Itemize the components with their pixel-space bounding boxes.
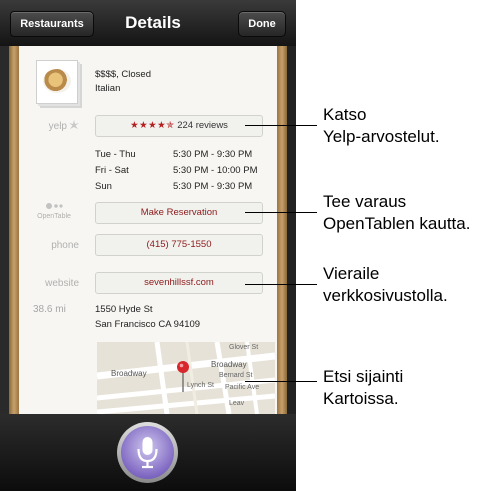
callout-line-maps <box>245 381 317 382</box>
restaurant-photo[interactable] <box>36 60 78 104</box>
hours-time-2: 5:30 PM - 10:00 PM <box>173 165 258 176</box>
map-pin-icon <box>177 361 189 392</box>
siri-mic-inner <box>121 426 174 479</box>
address-line1: 1550 Hyde St <box>95 304 153 315</box>
opentable-label: OpenTable <box>37 213 71 220</box>
review-count: 224 reviews <box>177 120 228 131</box>
siri-mic-button[interactable] <box>117 422 178 483</box>
hours-time-3: 5:30 PM - 9:30 PM <box>173 181 253 192</box>
callout-maps: Etsi sijainti Kartoissa. <box>323 366 403 410</box>
callout-maps-line1: Etsi sijainti <box>323 367 404 386</box>
microphone-icon <box>137 437 158 469</box>
street-label-pacific: Pacific Ave <box>225 384 260 391</box>
map-preview[interactable]: Glover St Broadway Broadway Bernard St P… <box>97 342 275 414</box>
street-label-bernard: Bernard St <box>219 372 253 379</box>
opentable-logo-icon <box>46 203 63 209</box>
callout-yelp-line2: Yelp-arvostelut. <box>323 127 440 146</box>
website-label: website <box>45 278 79 289</box>
street-label-broadway-1: Broadway <box>111 369 147 378</box>
callout-website-line2: verkkosivustolla. <box>323 286 448 305</box>
callout-yelp: Katso Yelp-arvostelut. <box>323 104 440 148</box>
callout-opentable: Tee varaus OpenTablen kautta. <box>323 191 470 235</box>
page-title: Details <box>125 13 181 32</box>
callout-opentable-line1: Tee varaus <box>323 192 407 211</box>
hours-time-1: 5:30 PM - 9:30 PM <box>173 149 253 160</box>
phone-label: phone <box>51 240 79 251</box>
callout-line-website <box>245 284 317 285</box>
navigation-bar: Restaurants Details Done <box>0 0 296 46</box>
callout-website: Vieraile verkkosivustolla. <box>323 263 448 307</box>
website-link-button[interactable]: sevenhillssf.com <box>95 272 263 294</box>
price-status: $$$$, Closed <box>95 69 151 80</box>
siri-bottom-bar <box>0 414 296 491</box>
phone-screen: Restaurants Details Done $$$$, Closed It… <box>0 0 296 491</box>
restaurants-back-button[interactable]: Restaurants <box>10 11 94 37</box>
callout-maps-line2: Kartoissa. <box>323 389 399 408</box>
hours-days-2: Fri - Sat <box>95 165 129 176</box>
yelp-burst-icon <box>69 120 79 129</box>
phone-number-button[interactable]: (415) 775-1550 <box>95 234 263 256</box>
yelp-label: yelp <box>48 121 67 132</box>
done-button[interactable]: Done <box>238 11 286 37</box>
left-shadow-panel <box>0 46 9 414</box>
star-rating: ★★★★✯ <box>130 120 175 131</box>
right-wood-frame <box>277 46 287 414</box>
distance: 38.6 mi <box>33 304 66 315</box>
food-plate-icon <box>43 69 71 93</box>
street-label-leav: Leav <box>229 400 245 407</box>
callout-yelp-line1: Katso <box>323 105 367 124</box>
callout-opentable-line2: OpenTablen kautta. <box>323 214 471 233</box>
right-shadow-panel <box>286 46 296 414</box>
details-card: $$$$, Closed Italian yelp ★★★★✯ 224 revi… <box>19 46 277 414</box>
callout-line-yelp <box>245 125 317 126</box>
street-label-broadway-2: Broadway <box>211 360 247 369</box>
hours-days-1: Tue - Thu <box>95 149 136 160</box>
street-label-glover: Glover St <box>229 344 259 351</box>
address-line2: San Francisco CA 94109 <box>95 319 201 330</box>
left-wood-frame <box>9 46 19 414</box>
callout-line-opentable <box>245 212 317 213</box>
make-reservation-button[interactable]: Make Reservation <box>95 202 263 224</box>
yelp-reviews-button[interactable]: ★★★★✯ 224 reviews <box>95 115 263 137</box>
hours-days-3: Sun <box>95 181 112 192</box>
callout-website-line1: Vieraile <box>323 264 380 283</box>
cuisine: Italian <box>95 83 121 94</box>
street-label-lynch: Lynch St <box>187 382 214 389</box>
